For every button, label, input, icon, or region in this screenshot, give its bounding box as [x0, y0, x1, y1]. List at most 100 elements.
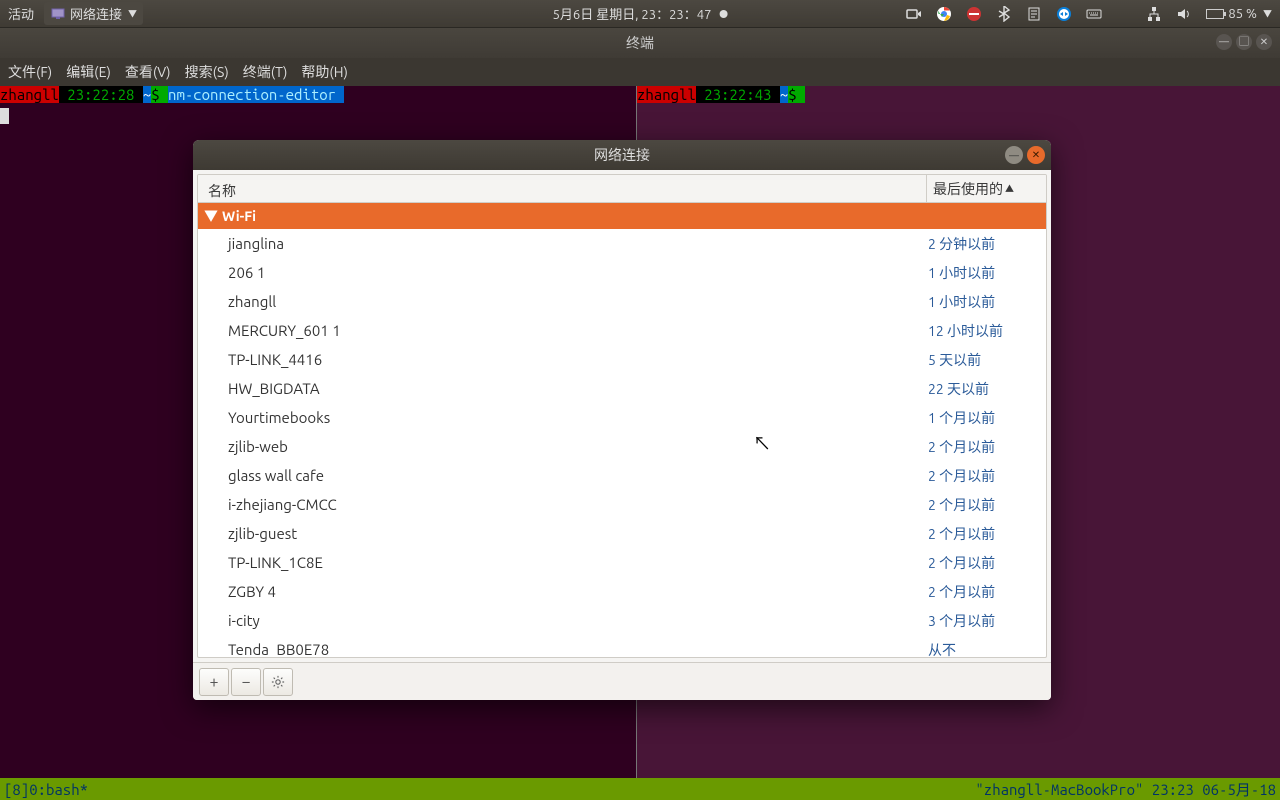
battery-icon — [1206, 9, 1224, 19]
keyboard-icon[interactable] — [1086, 6, 1102, 22]
gnome-top-panel: 活动 网络连接 ▼ 5月6日 星期日, 23：23：47 85 % ▼ — [0, 0, 1280, 28]
battery-indicator[interactable]: 85 % ▼ — [1206, 7, 1272, 21]
connection-last-used: 5 天以前 — [928, 350, 1038, 370]
edit-connection-button[interactable] — [263, 668, 293, 696]
connection-name: Tenda_BB0E78 — [228, 641, 928, 657]
teamviewer-icon[interactable] — [1056, 6, 1072, 22]
terminal-titlebar: 终端 — ▢ ✕ — [0, 28, 1280, 58]
menu-view[interactable]: 查看(V) — [125, 62, 171, 82]
terminal-cursor — [0, 108, 9, 124]
connection-name: Yourtimebooks — [228, 409, 928, 426]
tmux-window: 0:bash* — [29, 781, 88, 798]
network-icon — [50, 6, 66, 22]
no-entry-icon[interactable] — [966, 6, 982, 22]
network-connections-dialog: 网络连接 — ✕ 名称 最后使用的 ▲ ▼ Wi-Fi jianglina2 分… — [193, 140, 1051, 700]
menu-file[interactable]: 文件(F) — [8, 62, 52, 82]
connection-name: jianglina — [228, 235, 928, 252]
connection-name: HW_BIGDATA — [228, 380, 928, 397]
menu-search[interactable]: 搜索(S) — [185, 62, 229, 82]
connection-row[interactable]: Tenda_BB0E78从不 — [198, 635, 1046, 657]
collapse-icon: ▼ — [204, 206, 218, 226]
connection-last-used: 12 小时以前 — [928, 321, 1038, 341]
tmux-session: [8] — [4, 781, 29, 798]
notes-icon[interactable] — [1026, 6, 1042, 22]
remove-connection-button[interactable]: − — [231, 668, 261, 696]
connection-name: zjlib-web — [228, 438, 928, 455]
network-wired-icon[interactable] — [1146, 6, 1162, 22]
close-button[interactable]: ✕ — [1256, 34, 1272, 50]
connection-row[interactable]: zjlib-guest2 个月以前 — [198, 519, 1046, 548]
menu-edit[interactable]: 编辑(E) — [66, 62, 111, 82]
connection-name: TP-LINK_1C8E — [228, 554, 928, 571]
connection-row[interactable]: zhangll1 小时以前 — [198, 287, 1046, 316]
prompt-symbol: $ — [151, 86, 168, 103]
terminal-menubar: 文件(F) 编辑(E) 查看(V) 搜索(S) 终端(T) 帮助(H) — [0, 58, 1280, 86]
connection-name: zhangll — [228, 293, 928, 310]
volume-icon[interactable] — [1176, 6, 1192, 22]
connection-row[interactable]: i-city3 个月以前 — [198, 606, 1046, 635]
record-indicator-icon — [719, 10, 727, 18]
dialog-minimize-button[interactable]: — — [1005, 146, 1023, 164]
menu-help[interactable]: 帮助(H) — [301, 62, 348, 82]
prompt-symbol: $ — [788, 86, 805, 103]
prompt-user: zhangll — [637, 86, 696, 103]
group-wifi[interactable]: ▼ Wi-Fi — [198, 203, 1046, 229]
menu-terminal[interactable]: 终端(T) — [243, 62, 288, 82]
connection-last-used: 3 个月以前 — [928, 611, 1038, 631]
tmux-right-status: "zhangll-MacBookPro" 23:23 06-5月-18 — [975, 779, 1276, 800]
app-indicator[interactable]: 网络连接 ▼ — [44, 2, 143, 25]
connection-row[interactable]: TP-LINK_1C8E2 个月以前 — [198, 548, 1046, 577]
connection-row[interactable]: glass wall cafe2 个月以前 — [198, 461, 1046, 490]
dialog-title: 网络连接 — [594, 145, 650, 165]
add-connection-button[interactable]: + — [199, 668, 229, 696]
connection-name: glass wall cafe — [228, 467, 928, 484]
connection-last-used: 2 个月以前 — [928, 437, 1038, 457]
connection-scroll-area[interactable]: ▼ Wi-Fi jianglina2 分钟以前206 11 小时以前zhangl… — [198, 203, 1046, 657]
connection-row[interactable]: TP-LINK_44165 天以前 — [198, 345, 1046, 374]
column-name[interactable]: 名称 — [198, 175, 926, 202]
connection-row[interactable]: jianglina2 分钟以前 — [198, 229, 1046, 258]
bluetooth-icon[interactable] — [996, 6, 1012, 22]
clock[interactable]: 5月6日 星期日, 23：23：47 — [553, 4, 728, 23]
moon-icon[interactable] — [1116, 6, 1132, 22]
connection-last-used: 1 个月以前 — [928, 408, 1038, 428]
tmux-status-bar: [8] 0:bash* "zhangll-MacBookPro" 23:23 0… — [0, 778, 1280, 800]
connection-row[interactable]: HW_BIGDATA22 天以前 — [198, 374, 1046, 403]
connection-name: MERCURY_601 1 — [228, 322, 928, 339]
connection-row[interactable]: Yourtimebooks1 个月以前 — [198, 403, 1046, 432]
connection-row[interactable]: MERCURY_601 112 小时以前 — [198, 316, 1046, 345]
dialog-titlebar: 网络连接 — ✕ — [193, 140, 1051, 170]
connection-row[interactable]: zjlib-web2 个月以前 — [198, 432, 1046, 461]
connection-name: i-city — [228, 612, 928, 629]
connection-row[interactable]: i-zhejiang-CMCC2 个月以前 — [198, 490, 1046, 519]
activities-button[interactable]: 活动 — [8, 4, 34, 23]
terminal-title: 终端 — [626, 35, 654, 51]
connection-row[interactable]: 206 11 小时以前 — [198, 258, 1046, 287]
connection-row[interactable]: ZGBY 42 个月以前 — [198, 577, 1046, 606]
connection-last-used: 1 小时以前 — [928, 263, 1038, 283]
connection-last-used: 2 个月以前 — [928, 495, 1038, 515]
connection-last-used: 2 个月以前 — [928, 553, 1038, 573]
connection-last-used: 1 小时以前 — [928, 292, 1038, 312]
gear-icon — [271, 675, 285, 689]
screencast-icon[interactable] — [906, 6, 922, 22]
prompt-time: 23:22:43 — [696, 86, 780, 103]
chevron-down-icon: ▼ — [128, 7, 137, 20]
column-last-used[interactable]: 最后使用的 ▲ — [926, 175, 1046, 202]
connection-last-used: 2 个月以前 — [928, 466, 1038, 486]
connection-last-used: 22 天以前 — [928, 379, 1038, 399]
connection-last-used: 2 个月以前 — [928, 582, 1038, 602]
connection-name: i-zhejiang-CMCC — [228, 496, 928, 513]
minimize-button[interactable]: — — [1216, 34, 1232, 50]
prompt-dir: ~ — [780, 86, 788, 103]
connection-name: zjlib-guest — [228, 525, 928, 542]
prompt-dir: ~ — [143, 86, 151, 103]
maximize-button[interactable]: ▢ — [1236, 34, 1252, 50]
dialog-close-button[interactable]: ✕ — [1027, 146, 1045, 164]
connection-last-used: 2 个月以前 — [928, 524, 1038, 544]
column-headers: 名称 最后使用的 ▲ — [198, 175, 1046, 203]
connection-name: 206 1 — [228, 264, 928, 281]
connection-last-used: 从不 — [928, 640, 1038, 658]
chrome-icon[interactable] — [936, 6, 952, 22]
connection-list: 名称 最后使用的 ▲ ▼ Wi-Fi jianglina2 分钟以前206 11… — [197, 174, 1047, 658]
